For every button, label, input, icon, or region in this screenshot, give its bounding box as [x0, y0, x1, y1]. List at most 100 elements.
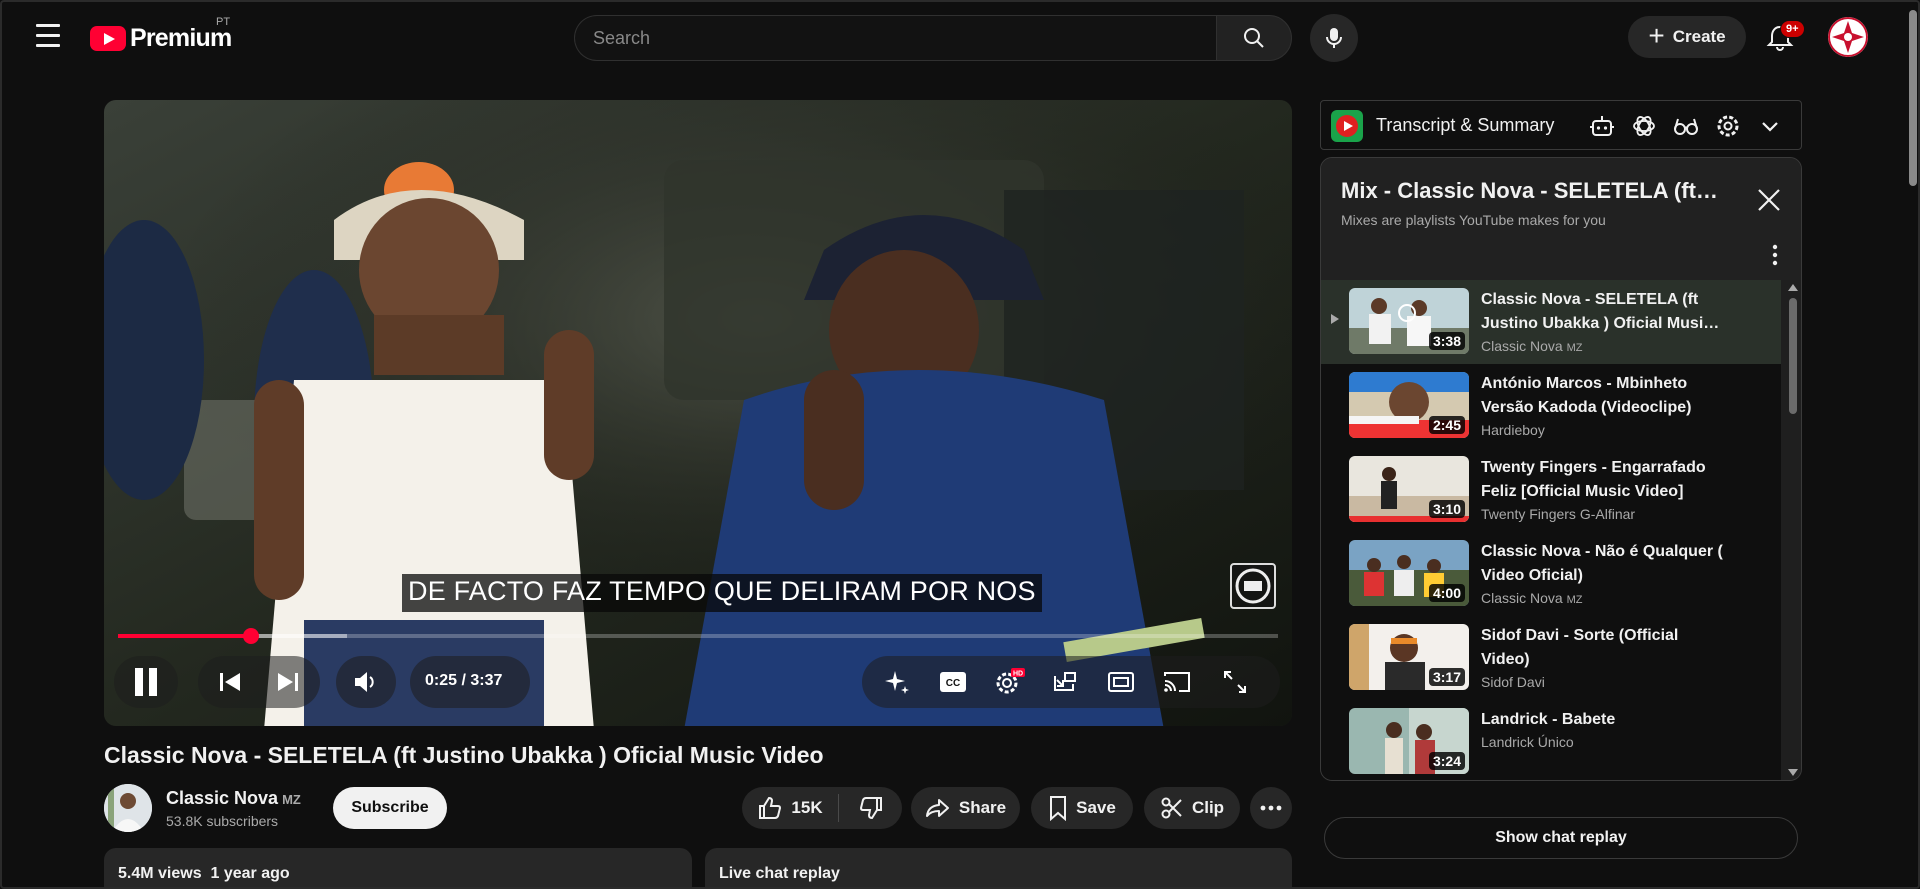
skip-next-icon: [278, 673, 298, 691]
search-icon: [1244, 28, 1264, 48]
mix-item-title: Sidof Davi - Sorte (Official Video): [1481, 627, 1679, 668]
create-button[interactable]: + Create: [1628, 16, 1746, 58]
account-avatar[interactable]: [1828, 17, 1868, 57]
scissors-icon: [1161, 797, 1182, 819]
voice-search-button[interactable]: [1310, 14, 1358, 62]
svg-text:HD: HD: [1013, 671, 1023, 678]
channel-country-badge: MZ: [282, 792, 301, 807]
mix-title[interactable]: Mix - Classic Nova - SELETELA (ft Justin…: [1341, 178, 1721, 204]
mix-item-current[interactable]: 3:38 Classic Nova - SELETELA (ft Justino…: [1321, 280, 1781, 364]
transcript-title: Transcript & Summary: [1376, 115, 1555, 135]
theater-mode-button[interactable]: [1104, 666, 1138, 698]
more-vertical-icon[interactable]: [1765, 242, 1785, 268]
pause-icon: [135, 668, 157, 696]
chevron-down-icon[interactable]: [1757, 113, 1783, 139]
channel-country-badge: MZ: [1566, 594, 1583, 606]
mix-item[interactable]: 3:24 Landrick - Babete Landrick Único: [1321, 700, 1781, 780]
mix-item-channel: Classic Nova MZ: [1481, 338, 1582, 354]
save-label: Save: [1076, 798, 1116, 817]
channel-watermark[interactable]: [1230, 563, 1276, 609]
settings-button[interactable]: HD: [992, 666, 1026, 698]
cast-icon: [1164, 672, 1190, 692]
mix-scrollbar-thumb[interactable]: [1789, 298, 1797, 414]
sparkle-icon: [885, 671, 909, 694]
page-scrollbar-thumb[interactable]: [1909, 10, 1917, 186]
search-input[interactable]: [574, 15, 1216, 61]
mix-item[interactable]: 3:10 Twenty Fingers - Engarrafado Feliz …: [1321, 448, 1781, 532]
scroll-down-arrow-icon[interactable]: [1788, 769, 1798, 777]
chatgpt-icon[interactable]: [1631, 113, 1657, 139]
scroll-up-arrow-icon[interactable]: [1788, 283, 1798, 291]
more-actions-button[interactable]: [1250, 787, 1292, 829]
account-avatar-image: [1828, 17, 1868, 57]
volume-icon: [355, 672, 374, 692]
mix-item-title: Classic Nova - Não é Qualquer ( Video Of…: [1481, 543, 1723, 584]
duration-badge: 3:10: [1428, 500, 1465, 518]
mix-item[interactable]: 2:45 António Marcos - Mbinheto Versão Ka…: [1321, 364, 1781, 448]
mix-item[interactable]: 3:17 Sidof Davi - Sorte (Official Video)…: [1321, 616, 1781, 700]
mix-item-channel: Hardieboy: [1481, 422, 1545, 438]
description-box[interactable]: 5.4M views 1 year ago: [104, 848, 692, 887]
youtube-premium-logo[interactable]: Premium PT: [90, 16, 232, 52]
duration-badge: 3:24: [1428, 752, 1465, 770]
now-playing-icon: [1331, 314, 1339, 324]
search-button[interactable]: [1216, 15, 1292, 61]
robot-icon[interactable]: [1589, 113, 1615, 139]
mix-item-channel: Sidof Davi: [1481, 674, 1545, 690]
previous-button[interactable]: [214, 666, 246, 698]
svg-text:CC: CC: [946, 678, 960, 689]
volume-button[interactable]: [348, 666, 384, 698]
pause-button[interactable]: [114, 656, 178, 708]
notification-count-badge: 9+: [1780, 20, 1805, 38]
channel-name[interactable]: Classic Nova MZ: [166, 788, 301, 809]
save-button[interactable]: Save: [1031, 787, 1133, 829]
video-player[interactable]: DE FACTO FAZ TEMPO QUE DELIRAM POR NOS 0…: [104, 100, 1292, 726]
captions-button[interactable]: CC: [936, 666, 970, 698]
video-title: Classic Nova - SELETELA (ft Justino Ubak…: [104, 742, 824, 768]
live-chat-label: Live chat replay: [719, 865, 840, 882]
mix-item-title: Classic Nova - SELETELA (ft Justino Ubak…: [1481, 291, 1720, 332]
clip-label: Clip: [1191, 798, 1225, 817]
like-button[interactable]: 15K: [742, 787, 838, 829]
subscribe-button[interactable]: Subscribe: [333, 787, 447, 829]
mix-item-channel-name: Classic Nova: [1481, 338, 1563, 354]
miniplayer-button[interactable]: [1048, 666, 1082, 698]
fullscreen-button[interactable]: [1218, 666, 1252, 698]
channel-avatar[interactable]: [104, 784, 152, 832]
next-button[interactable]: [272, 666, 304, 698]
mix-item-channel: Classic Nova MZ: [1481, 590, 1582, 606]
duration-badge: 2:45: [1428, 416, 1465, 434]
share-label: Share: [958, 798, 1007, 817]
mix-subtitle: Mixes are playlists YouTube makes for yo…: [1341, 212, 1606, 228]
mix-item-channel-name: Classic Nova: [1481, 590, 1563, 606]
share-button[interactable]: Share: [911, 787, 1020, 829]
ai-features-button[interactable]: [880, 666, 914, 698]
youtube-play-logo-icon: [90, 25, 126, 51]
time-separator: /: [457, 672, 471, 689]
settings-gear-icon[interactable]: [1715, 113, 1741, 139]
cast-button[interactable]: [1160, 666, 1194, 698]
glasses-icon[interactable]: [1673, 113, 1699, 139]
menu-icon[interactable]: [30, 24, 66, 50]
plus-icon: +: [1648, 19, 1665, 51]
video-subtitle: DE FACTO FAZ TEMPO QUE DELIRAM POR NOS: [402, 574, 1042, 612]
mix-item-title: António Marcos - Mbinheto Versão Kadoda …: [1481, 375, 1692, 416]
mix-scrollbar[interactable]: [1785, 280, 1801, 780]
current-time: 0:25: [425, 672, 458, 689]
mix-playlist-panel: Mix - Classic Nova - SELETELA (ft Justin…: [1320, 157, 1802, 781]
mix-item-title: Landrick - Babete: [1481, 711, 1616, 728]
progress-played: [118, 634, 252, 638]
dislike-button[interactable]: [840, 787, 902, 829]
close-icon[interactable]: [1755, 186, 1783, 214]
thumbs-up-icon: [759, 796, 782, 819]
theater-mode-icon: [1108, 672, 1134, 692]
mix-item[interactable]: 4:00 Classic Nova - Não é Qualquer ( Vid…: [1321, 532, 1781, 616]
video-thumbnail: 2:45: [1349, 372, 1469, 438]
bookmark-icon: [1050, 796, 1067, 821]
show-chat-replay-button[interactable]: Show chat replay: [1324, 817, 1798, 859]
page-scrollbar[interactable]: [1906, 2, 1918, 887]
clip-button[interactable]: Clip: [1144, 787, 1240, 829]
video-thumbnail: 3:10: [1349, 456, 1469, 522]
time-display: 0:25 / 3:37: [425, 672, 502, 690]
transcript-summary-extension-bar[interactable]: Transcript & Summary: [1320, 100, 1802, 150]
